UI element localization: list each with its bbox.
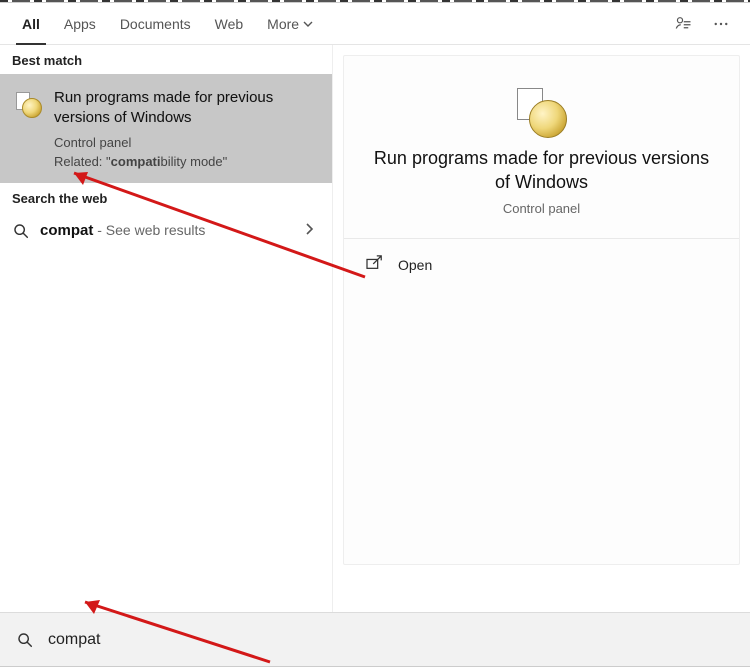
divider — [344, 238, 739, 239]
best-match-title: Run programs made for previous versions … — [54, 88, 318, 129]
web-result-row[interactable]: compat - See web results — [0, 212, 332, 250]
filter-tabs: All Apps Documents Web More — [0, 3, 750, 45]
chevron-right-icon — [304, 222, 320, 240]
best-match-related: Related: "compatibility mode" — [54, 154, 318, 169]
control-panel-icon — [16, 92, 42, 118]
open-action[interactable]: Open — [360, 245, 723, 286]
tab-documents[interactable]: Documents — [108, 3, 203, 45]
preview-subtitle: Control panel — [360, 201, 723, 216]
preview-title: Run programs made for previous versions … — [360, 146, 723, 195]
section-search-web: Search the web — [0, 183, 332, 212]
open-icon — [366, 255, 384, 276]
open-label: Open — [398, 257, 432, 273]
search-icon — [12, 222, 30, 240]
tab-web[interactable]: Web — [203, 3, 256, 45]
chevron-down-icon — [303, 16, 313, 32]
section-best-match: Best match — [0, 45, 332, 74]
tab-more-label: More — [267, 16, 299, 32]
more-icon[interactable] — [702, 15, 740, 33]
results-panel: Best match Run programs made for previou… — [0, 45, 333, 612]
best-match-subtitle: Control panel — [54, 135, 318, 150]
preview-card: Run programs made for previous versions … — [343, 55, 740, 565]
search-icon — [16, 631, 34, 649]
preview-panel: Run programs made for previous versions … — [333, 45, 750, 612]
search-input[interactable] — [48, 631, 734, 649]
tab-all[interactable]: All — [10, 3, 52, 45]
control-panel-icon — [517, 88, 567, 138]
best-match-result[interactable]: Run programs made for previous versions … — [0, 74, 332, 183]
tab-apps[interactable]: Apps — [52, 3, 108, 45]
web-query: compat — [40, 222, 93, 239]
tab-more[interactable]: More — [255, 3, 325, 45]
feedback-icon[interactable] — [664, 15, 702, 33]
web-suffix: - See web results — [93, 222, 205, 238]
search-bar[interactable] — [0, 612, 750, 666]
